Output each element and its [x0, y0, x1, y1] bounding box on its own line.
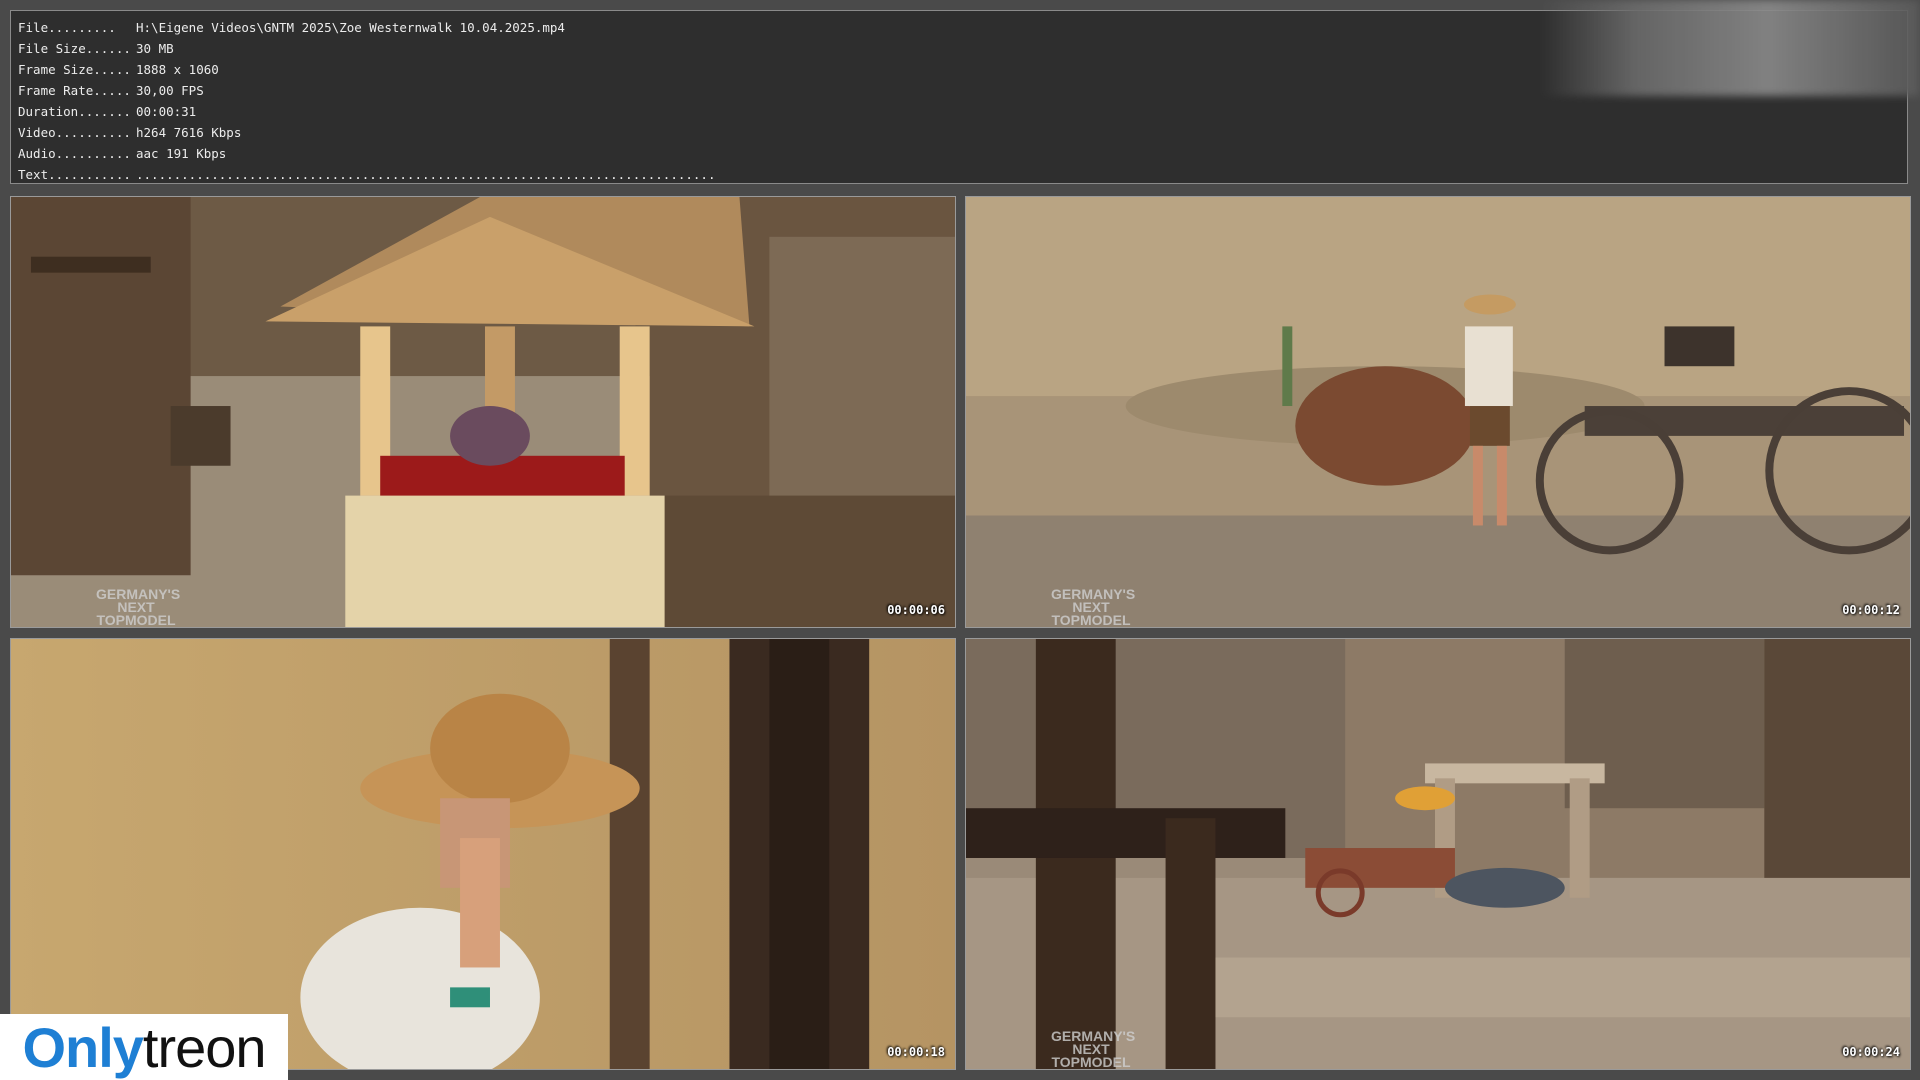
- thumbnail-frame-4[interactable]: GERMANY'S NEXT TOPMODEL 00:00:24: [965, 638, 1911, 1070]
- frame-timestamp: 00:00:12: [1842, 603, 1900, 617]
- gntm-watermark: GERMANY'S NEXT TOPMODEL: [1051, 586, 1136, 628]
- frame-1-image: [11, 197, 955, 627]
- thumbnail-frame-1[interactable]: GERMANY'S NEXT TOPMODEL 00:00:06: [10, 196, 956, 628]
- frame-timestamp: 00:00:06: [887, 603, 945, 617]
- frame-3-image: [11, 639, 955, 1069]
- thumbnail-frame-2[interactable]: GERMANY'S NEXT TOPMODEL 00:00:12: [965, 196, 1911, 628]
- frame-2-image: [966, 197, 1910, 627]
- gntm-watermark: GERMANY'S NEXT TOPMODEL: [1051, 1028, 1136, 1070]
- gntm-watermark: GERMANY'S NEXT TOPMODEL: [96, 586, 181, 628]
- frame-timestamp: 00:00:24: [1842, 1045, 1900, 1059]
- info-row-video: Video.......... h264 7616 Kbps: [18, 125, 242, 140]
- onlytreon-logo: Only treon: [0, 1014, 288, 1080]
- blurred-corner: [1540, 0, 1920, 96]
- frame-4-image: [966, 639, 1910, 1069]
- frame-timestamp: 00:00:18: [887, 1045, 945, 1059]
- thumbnail-frame-3[interactable]: 00:00:18: [10, 638, 956, 1070]
- info-row-duration: Duration....... 00:00:31: [18, 104, 197, 119]
- info-row-text: Text....................................…: [18, 167, 716, 182]
- info-row-audio: Audio.......... aac 191 Kbps: [18, 146, 227, 161]
